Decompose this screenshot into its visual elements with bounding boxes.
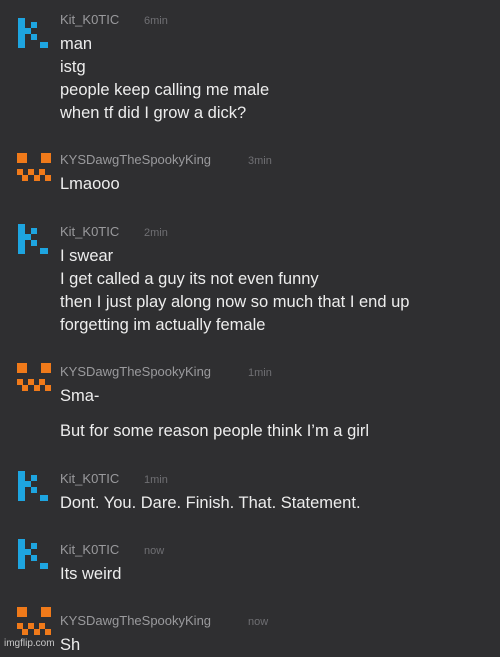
- username[interactable]: Kit_K0TIC: [60, 471, 119, 487]
- message-line: when tf did I grow a dick?: [60, 104, 247, 122]
- timestamp: now: [248, 616, 269, 628]
- username[interactable]: Kit_K0TIC: [60, 12, 119, 28]
- message-line: I get called a guy its not even funny: [60, 270, 319, 288]
- message-line: I swear: [60, 247, 114, 265]
- message-line: But for some reason people think I’m a g…: [60, 422, 370, 440]
- username[interactable]: KYSDawgTheSpookyKing: [60, 613, 211, 629]
- pumpkin-face-icon[interactable]: [16, 362, 52, 398]
- message-line: Dont. You. Dare. Finish. That. Statement…: [60, 494, 361, 512]
- pumpkin-face-icon[interactable]: [16, 606, 52, 642]
- username[interactable]: KYSDawgTheSpookyKing: [60, 364, 211, 380]
- message-line: Sma-: [60, 387, 100, 405]
- timestamp: 1min: [248, 367, 272, 379]
- message-line: then I just play along now so much that …: [60, 293, 410, 311]
- timestamp: 2min: [144, 227, 168, 239]
- message-line: man: [60, 35, 93, 53]
- timestamp: now: [144, 545, 165, 557]
- timestamp: 3min: [248, 155, 272, 167]
- username[interactable]: Kit_K0TIC: [60, 224, 119, 240]
- message-line: istg: [60, 58, 86, 76]
- username[interactable]: KYSDawgTheSpookyKing: [60, 152, 211, 168]
- message-line: people keep calling me male: [60, 81, 270, 99]
- kit-k-logo-icon[interactable]: [16, 537, 52, 573]
- chat-log: Kit_K0TIC 6min man istg people keep call…: [0, 0, 500, 654]
- message-line: Sh: [60, 636, 81, 654]
- message-line: Lmaooo: [60, 175, 120, 193]
- timestamp: 6min: [144, 15, 168, 27]
- timestamp: 1min: [144, 474, 168, 486]
- imgflip-watermark: imgflip.com: [4, 638, 55, 649]
- username[interactable]: Kit_K0TIC: [60, 542, 119, 558]
- kit-k-logo-icon[interactable]: [16, 469, 52, 505]
- pumpkin-face-icon[interactable]: [16, 152, 52, 188]
- kit-k-logo-icon[interactable]: [16, 16, 52, 52]
- message-line: forgetting im actually female: [60, 316, 266, 334]
- message-line: Its weird: [60, 565, 122, 583]
- kit-k-logo-icon[interactable]: [16, 222, 52, 258]
